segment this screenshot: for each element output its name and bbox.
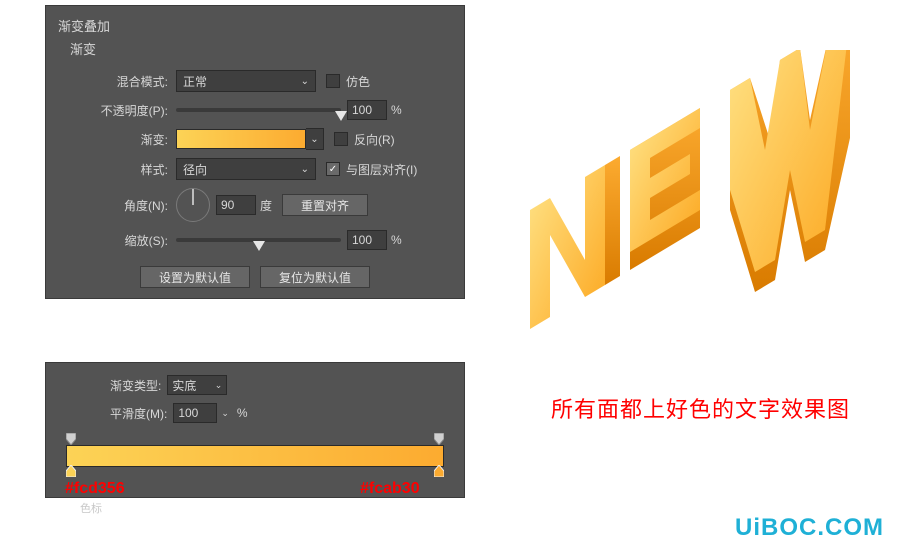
panel-subtitle: 渐变 [46,39,464,66]
reset-default-button[interactable]: 复位为默认值 [260,266,370,288]
new-3d-graphic [500,50,870,350]
reset-align-button[interactable]: 重置对齐 [282,194,368,216]
opacity-unit: % [391,103,402,117]
reverse-checkbox[interactable] [334,132,348,146]
angle-row: 角度(N): 90 度 重置对齐 [46,184,464,226]
watermark: UiBOC.COM [735,514,884,542]
smoothness-row: 平滑度(M): 100 ⌄ % [60,399,450,427]
opacity-slider[interactable] [176,103,341,117]
scale-unit: % [391,233,402,247]
color-stop-left[interactable] [66,465,76,475]
set-default-button[interactable]: 设置为默认值 [140,266,250,288]
chevron-down-icon: ⌄ [301,76,309,87]
opacity-input[interactable]: 100 [347,100,387,120]
style-label: 样式: [46,161,176,178]
chevron-down-icon: ⌄ [221,408,229,419]
gradient-overlay-panel: 渐变叠加 渐变 混合模式: 正常 ⌄ 仿色 不透明度(P): 100 % 渐变:… [45,5,465,299]
slider-thumb-icon[interactable] [253,241,265,251]
blend-mode-value: 正常 [183,73,297,90]
color-stop-right[interactable] [434,465,444,475]
reverse-label: 反向(R) [354,131,395,148]
style-dropdown[interactable]: 径向 ⌄ [176,158,316,180]
hex-annotation-right: #fcab30 [360,480,420,498]
smoothness-input[interactable]: 100 [173,403,217,423]
align-checkbox[interactable]: ✓ [326,162,340,176]
opacity-stops-track[interactable] [66,433,444,445]
hex-annotation-left: #fcd356 [65,480,125,498]
smoothness-label: 平滑度(M): [110,405,167,422]
opacity-stop-right[interactable] [434,433,444,443]
scale-label: 缩放(S): [46,232,176,249]
scale-row: 缩放(S): 100 % [46,226,464,254]
style-value: 径向 [183,161,297,178]
blend-mode-label: 混合模式: [46,73,176,90]
angle-dial[interactable] [176,188,210,222]
gradient-type-dropdown[interactable]: 实底 ⌄ [167,375,227,395]
dither-checkbox[interactable] [326,74,340,88]
panel-footer: 设置为默认值 复位为默认值 [46,266,464,288]
smoothness-unit: % [237,406,248,420]
opacity-label: 不透明度(P): [46,102,176,119]
scale-input[interactable]: 100 [347,230,387,250]
gradient-type-value: 实底 [172,377,196,394]
angle-input[interactable]: 90 [216,195,256,215]
text-effect-preview [500,50,870,350]
watermark-text: UiBOC.COM [735,514,884,541]
angle-label: 角度(N): [46,197,176,214]
preview-caption: 所有面都上好色的文字效果图 [551,392,850,424]
blend-mode-row: 混合模式: 正常 ⌄ 仿色 [46,66,464,96]
gradient-editor-panel: 渐变类型: 实底 ⌄ 平滑度(M): 100 ⌄ % [45,362,465,498]
color-stops-track[interactable] [66,467,444,479]
gradient-row: 渐变: ⌄ 反向(R) [46,124,464,154]
gradient-dropdown-button[interactable]: ⌄ [306,128,324,150]
chevron-down-icon: ⌄ [215,380,223,391]
opacity-row: 不透明度(P): 100 % [46,96,464,124]
dither-label: 仿色 [346,73,370,90]
gradient-label: 渐变: [46,131,176,148]
blend-mode-dropdown[interactable]: 正常 ⌄ [176,70,316,92]
gradient-preview-swatch[interactable] [176,129,306,149]
gradient-type-label: 渐变类型: [110,377,161,394]
gradient-type-row: 渐变类型: 实底 ⌄ [60,371,450,399]
angle-indicator-icon [192,189,194,205]
opacity-stop-left[interactable] [66,433,76,443]
style-row: 样式: 径向 ⌄ ✓ 与图层对齐(I) [46,154,464,184]
align-label: 与图层对齐(I) [346,161,417,178]
chevron-down-icon: ⌄ [301,164,309,175]
panel-title: 渐变叠加 [46,14,464,39]
gradient-bar[interactable] [66,445,444,467]
slider-thumb-icon[interactable] [335,111,347,121]
scale-slider[interactable] [176,233,341,247]
angle-unit: 度 [260,197,272,214]
color-stop-section-label: 色标 [80,500,102,516]
